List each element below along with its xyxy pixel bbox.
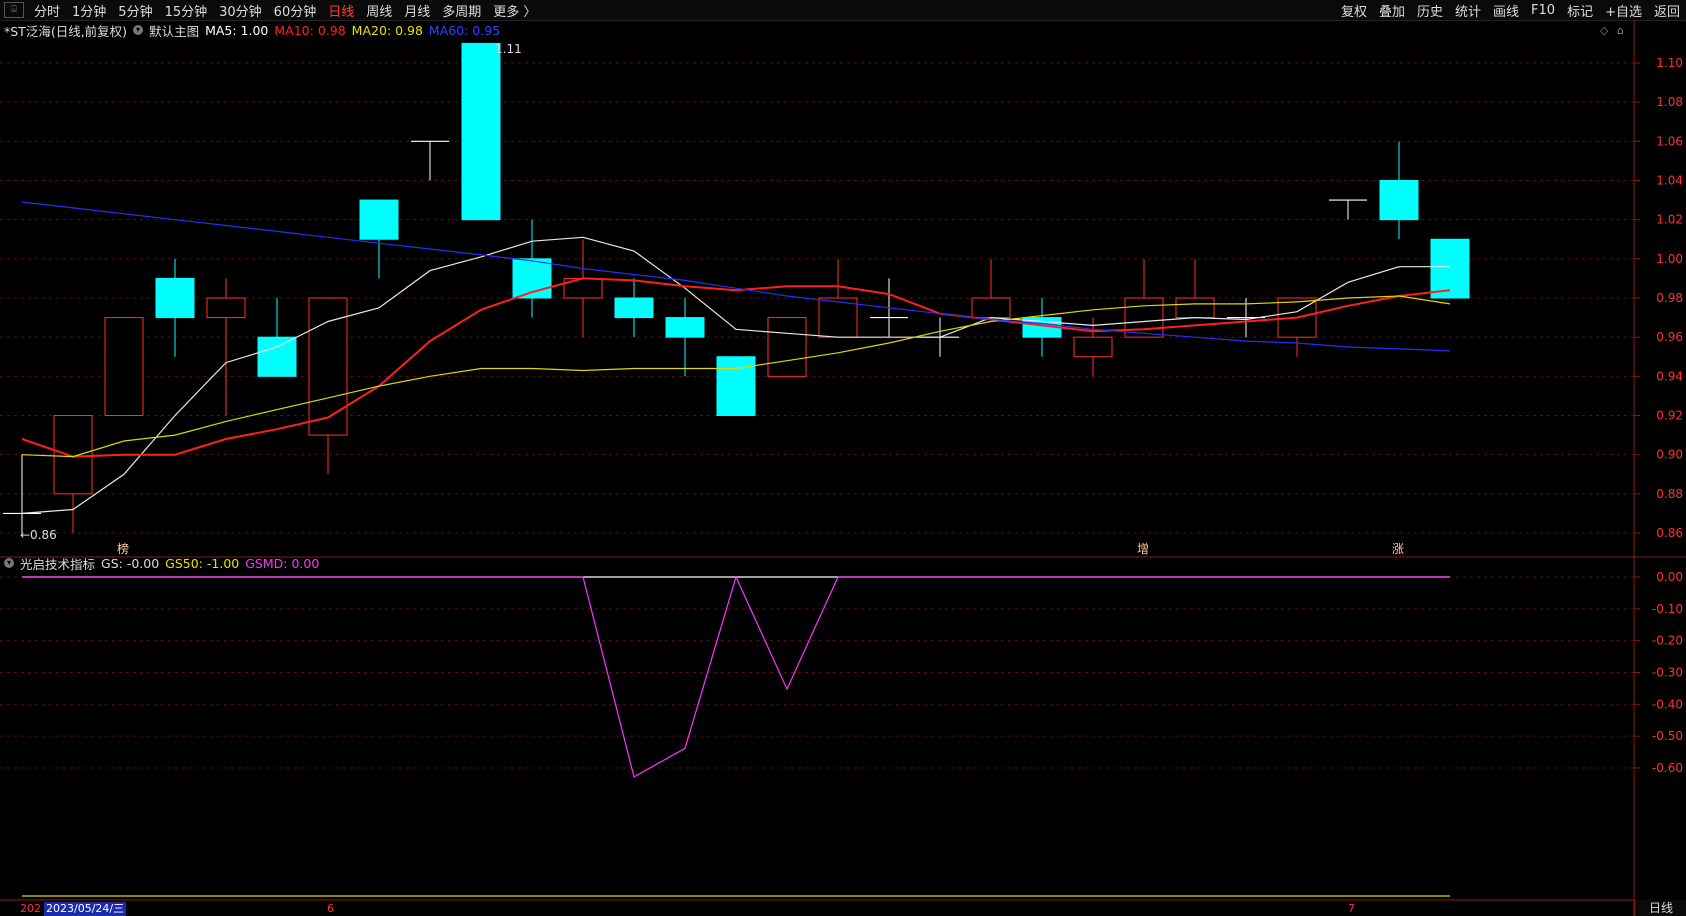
- candle-body: [461, 42, 501, 221]
- candle: [308, 297, 348, 475]
- event-marker[interactable]: 增: [1137, 542, 1149, 556]
- candle: [971, 258, 1011, 319]
- candle-body: [104, 317, 144, 417]
- time-axis: 202 2023/05/24/三 6 7: [0, 902, 1634, 916]
- candle: [512, 219, 552, 318]
- candle-body: [767, 317, 807, 377]
- price-axis-label: 1.10: [1656, 56, 1683, 70]
- candle-body: [1175, 297, 1215, 319]
- candle: [461, 42, 501, 221]
- price-axis-label: 0.96: [1656, 330, 1683, 344]
- candle: [359, 199, 399, 279]
- event-marker[interactable]: 涨: [1392, 541, 1404, 556]
- price-axis-label: 0.86: [1656, 526, 1683, 540]
- indicator-axis-label: 0.00: [1656, 570, 1683, 584]
- price-axis-label: 1.06: [1656, 134, 1683, 148]
- candle: [1124, 258, 1164, 338]
- candle: [818, 258, 858, 338]
- candle-body: [614, 297, 654, 319]
- candle: [716, 356, 756, 416]
- price-axis-label: 1.08: [1656, 95, 1683, 109]
- price-axis-label: 1.00: [1656, 252, 1683, 266]
- candle-body: [665, 317, 705, 338]
- cursor-date-label: 2023/05/24/三: [44, 902, 127, 916]
- candle-body: [971, 297, 1011, 319]
- chart-canvas[interactable]: 1.10 1.08 1.06 1.04 1.02 1.00 0.98 0.96 0.94 0.92…: [0, 0, 1686, 916]
- gsmd-line: [22, 575, 1450, 778]
- candle-body: [1124, 297, 1164, 338]
- candle: [411, 140, 449, 181]
- candle-body: [53, 415, 93, 495]
- candle: [104, 317, 144, 417]
- low-price-label: ←0.86: [20, 528, 57, 542]
- candle: [1277, 297, 1317, 357]
- indicator-axis-label: -0.30: [1652, 666, 1683, 680]
- candle-body: [206, 297, 246, 319]
- candle-body: [1379, 180, 1419, 221]
- indicator-axis-label: -0.50: [1652, 729, 1683, 743]
- candle-body: [359, 199, 399, 240]
- indicator-axis-label: -0.20: [1652, 634, 1683, 648]
- indicator-axis-label: -0.40: [1652, 697, 1683, 711]
- candle-body: [1430, 238, 1470, 299]
- candle: [257, 298, 297, 377]
- candle: [665, 298, 705, 377]
- candle: [53, 415, 93, 533]
- price-axis-label: 0.92: [1656, 409, 1683, 423]
- time-month-6: 6: [327, 902, 334, 915]
- event-marker[interactable]: 榜: [117, 541, 129, 556]
- high-price-label: 1.11: [495, 42, 522, 56]
- price-axis-label: 0.98: [1656, 291, 1683, 305]
- candle: [614, 278, 654, 338]
- time-year-label: 202: [20, 902, 41, 915]
- candle: [155, 258, 195, 357]
- candle: [206, 278, 246, 416]
- candle-body: [155, 277, 195, 319]
- candle: [767, 317, 807, 377]
- candle-body: [308, 297, 348, 436]
- indicator-axis-label: -0.60: [1652, 761, 1683, 775]
- price-axis-label: 1.04: [1656, 174, 1683, 188]
- candle: [1430, 238, 1470, 299]
- candle-body: [257, 336, 297, 377]
- candle: [1329, 199, 1367, 220]
- time-month-7: 7: [1348, 902, 1355, 915]
- candle: [1073, 317, 1113, 377]
- candle: [1175, 258, 1215, 319]
- candle: [563, 239, 603, 338]
- candle-body: [716, 356, 756, 416]
- price-axis-label: 0.94: [1656, 369, 1683, 383]
- price-axis-label: 0.90: [1656, 448, 1683, 462]
- price-axis-label: 1.02: [1656, 213, 1683, 227]
- period-indicator[interactable]: 日线: [1634, 900, 1686, 916]
- candle: [1379, 141, 1419, 240]
- indicator-axis-label: -0.10: [1652, 602, 1683, 616]
- price-axis-label: 0.88: [1656, 487, 1683, 501]
- candle-body: [1073, 336, 1113, 358]
